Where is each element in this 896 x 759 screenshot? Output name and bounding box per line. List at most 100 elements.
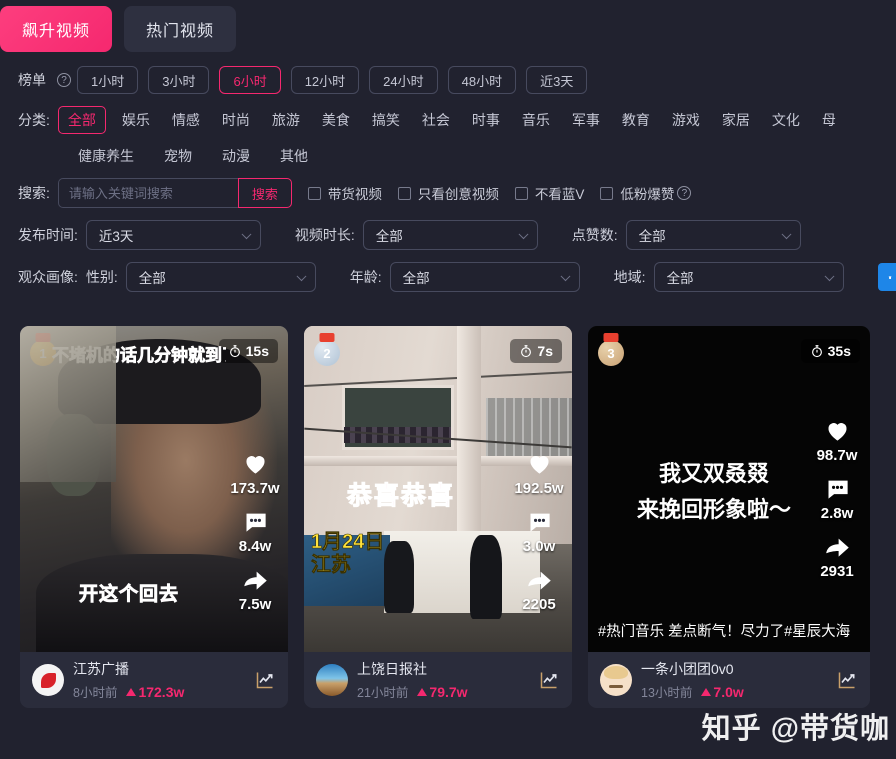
chevron-down-icon	[781, 229, 792, 240]
region-select[interactable]: 全部	[653, 262, 844, 292]
share-action[interactable]: 2931	[820, 533, 854, 581]
category-maternal[interactable]: 母	[822, 110, 836, 130]
checkbox-hide-blue-v[interactable]: 不看蓝V	[514, 183, 584, 203]
share-action[interactable]: 7.5w	[239, 566, 271, 613]
avatar[interactable]	[32, 664, 64, 696]
trend-chart-icon[interactable]	[254, 670, 276, 690]
audience-label: 观众画像:	[18, 269, 78, 285]
rank-badge-number: 2	[314, 340, 340, 366]
growth-stat: 7.0w	[701, 684, 744, 700]
rank-option-3h[interactable]: 3小时	[148, 66, 210, 94]
search-input[interactable]	[57, 178, 238, 208]
category-health[interactable]: 健康养生	[78, 146, 134, 166]
publish-time-select[interactable]: 近3天	[85, 220, 261, 250]
author-name[interactable]: 上饶日报社	[357, 659, 538, 679]
category-emotion[interactable]: 情感	[172, 110, 200, 130]
age-value: 全部	[402, 271, 430, 286]
video-caption: #热门音乐 差点断气！尽力了#星辰大海	[598, 623, 851, 640]
trend-chart-icon[interactable]	[836, 670, 858, 690]
rank-option-48h[interactable]: 48小时	[447, 66, 517, 94]
engagement-actions: 173.7w 8.4w 7.5w	[226, 450, 284, 624]
filters-panel: 榜单 ? 1小时 3小时 6小时 12小时 24小时 48小时 近3天 分类: …	[0, 52, 896, 312]
category-games[interactable]: 游戏	[672, 110, 700, 130]
share-count: 2931	[820, 563, 854, 581]
checkbox-box[interactable]	[397, 186, 411, 200]
video-card[interactable]: 3 35s 我又双叒叕 来挽回形象啦～ #热门音乐 差点断气！尽力了#星辰大海 …	[588, 326, 870, 708]
like-action[interactable]: 192.5w	[514, 450, 564, 497]
checkbox-box[interactable]	[514, 186, 528, 200]
video-thumbnail[interactable]: 1 15s 不堵机的话几分钟就到了 开这个回去 173.7w 8.4w 7.5w	[20, 326, 288, 652]
category-education[interactable]: 教育	[622, 110, 650, 130]
checkbox-box[interactable]	[600, 186, 614, 200]
category-other[interactable]: 其他	[280, 146, 308, 166]
like-count-value: 全部	[638, 229, 666, 244]
category-fashion[interactable]: 时尚	[222, 110, 250, 130]
search-button[interactable]: 搜索	[237, 178, 292, 208]
engagement-actions: 98.7w 2.8w 2931	[808, 417, 866, 591]
author-name[interactable]: 一条小团团0v0	[641, 659, 836, 679]
category-society[interactable]: 社会	[422, 110, 450, 130]
category-current-affairs[interactable]: 时事	[472, 110, 500, 130]
like-count-select[interactable]: 全部	[625, 220, 801, 250]
comment-action[interactable]: 8.4w	[239, 508, 271, 555]
rank-option-12h[interactable]: 12小时	[290, 66, 360, 94]
category-entertainment[interactable]: 娱乐	[122, 110, 150, 130]
avatar[interactable]	[316, 664, 348, 696]
author-meta: 一条小团团0v0 13小时前 7.0w	[641, 659, 836, 701]
checkbox-label: 低粉爆赞	[620, 187, 675, 202]
ribbon-icon	[603, 333, 619, 342]
share-action[interactable]: 2205	[522, 566, 556, 613]
rank-filter-row: 榜单 ? 1小时 3小时 6小时 12小时 24小时 48小时 近3天	[18, 66, 878, 94]
video-overlay-subtitle: 开这个回去	[78, 584, 179, 606]
like-action[interactable]: 98.7w	[817, 417, 857, 464]
tab-rising-videos[interactable]: 飙升视频	[0, 6, 113, 52]
trend-chart-icon[interactable]	[538, 670, 560, 690]
rank-option-3d[interactable]: 近3天	[526, 66, 588, 94]
video-duration-group: 视频时长: 全部	[295, 220, 538, 250]
rank-badge-number: 1	[30, 340, 56, 366]
tab-rising-videos-label: 飙升视频	[22, 23, 91, 40]
video-thumbnail[interactable]: 3 35s 我又双叒叕 来挽回形象啦～ #热门音乐 差点断气！尽力了#星辰大海 …	[588, 326, 870, 652]
checkbox-low-fans-high-likes[interactable]: 低粉爆赞 ?	[600, 183, 697, 203]
share-arrow-icon	[825, 538, 849, 557]
rank-option-24h[interactable]: 24小时	[369, 66, 438, 94]
avatar[interactable]	[600, 664, 632, 696]
category-food[interactable]: 美食	[322, 110, 350, 130]
category-all[interactable]: 全部	[57, 106, 106, 134]
comment-action[interactable]: 3.0w	[523, 508, 555, 555]
ribbon-icon	[319, 333, 335, 342]
category-military[interactable]: 军事	[572, 110, 600, 130]
like-action[interactable]: 173.7w	[230, 450, 280, 497]
video-duration-select[interactable]: 全部	[362, 220, 538, 250]
category-culture[interactable]: 文化	[772, 110, 800, 130]
duration-badge: 35s	[800, 339, 860, 363]
gender-label: 性别:	[85, 269, 118, 285]
tab-hot-videos[interactable]: 热门视频	[124, 6, 237, 52]
checkbox-commerce-video[interactable]: 带货视频	[307, 183, 382, 203]
rank-option-6h[interactable]: 6小时	[219, 66, 281, 94]
video-card[interactable]: 2 7s 恭喜恭喜 1月24日 江苏 192.5w 3.0w 2205 上饶日报…	[304, 326, 572, 708]
gender-select[interactable]: 全部	[125, 262, 316, 292]
rank-option-1h[interactable]: 1小时	[77, 66, 139, 94]
ribbon-icon	[35, 333, 51, 342]
video-card[interactable]: 1 15s 不堵机的话几分钟就到了 开这个回去 173.7w 8.4w 7.5w…	[20, 326, 288, 708]
category-anime[interactable]: 动漫	[222, 146, 250, 166]
clear-all-filters-button[interactable]: 清空所选	[877, 263, 896, 291]
author-name[interactable]: 江苏广播	[73, 659, 254, 679]
publish-time-value: 近3天	[98, 229, 134, 244]
age-select[interactable]: 全部	[389, 262, 580, 292]
video-thumbnail[interactable]: 2 7s 恭喜恭喜 1月24日 江苏 192.5w 3.0w 2205	[304, 326, 572, 652]
category-music[interactable]: 音乐	[522, 110, 550, 130]
checkbox-creative-only[interactable]: 只看创意视频	[397, 183, 499, 203]
category-travel[interactable]: 旅游	[272, 110, 300, 130]
checkbox-box[interactable]	[307, 186, 321, 200]
comment-action[interactable]: 2.8w	[821, 475, 853, 522]
category-comedy[interactable]: 搞笑	[372, 110, 400, 130]
category-home[interactable]: 家居	[722, 110, 750, 130]
help-icon[interactable]: ?	[57, 73, 71, 87]
category-pets[interactable]: 宠物	[164, 146, 192, 166]
like-count: 192.5w	[514, 479, 564, 497]
rank-badge: 2	[314, 333, 340, 366]
stopwatch-icon	[521, 345, 532, 358]
help-icon[interactable]: ?	[677, 186, 692, 200]
